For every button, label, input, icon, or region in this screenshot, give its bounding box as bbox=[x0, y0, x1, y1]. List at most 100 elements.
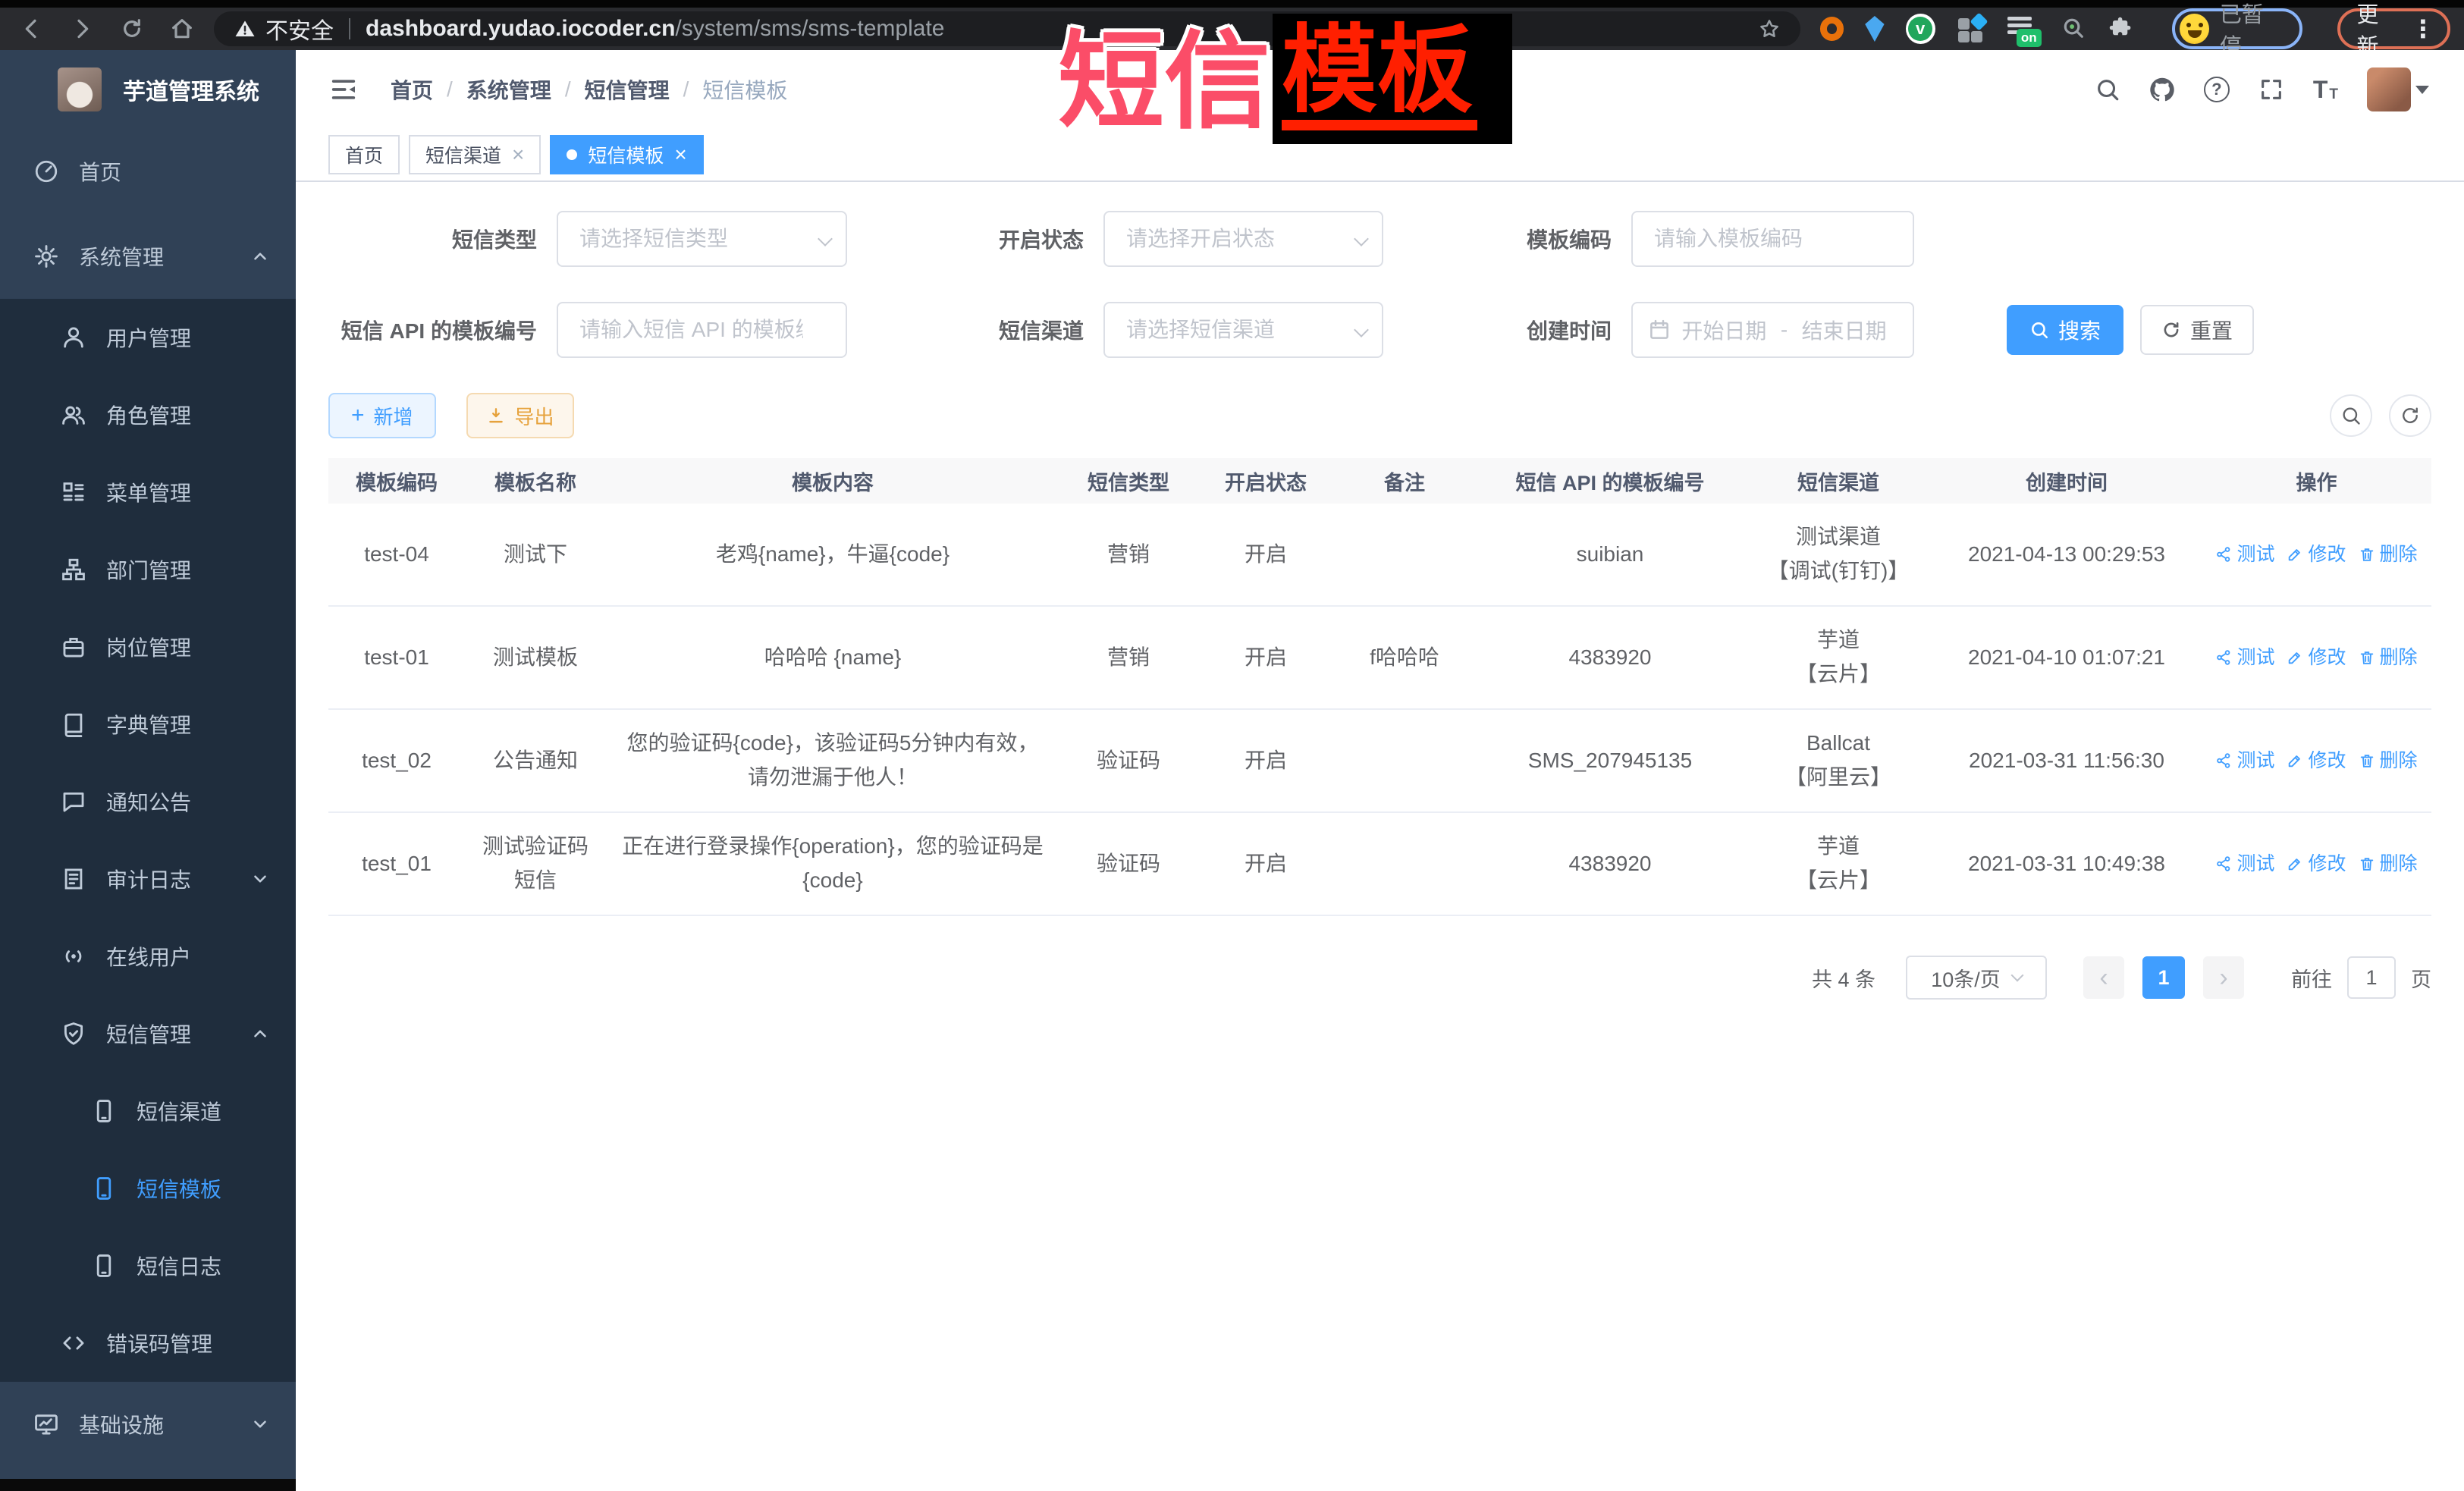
magnifier-extension-icon[interactable] bbox=[2060, 15, 2086, 42]
user-menu[interactable] bbox=[2367, 67, 2429, 111]
edit-action[interactable]: 修改 bbox=[2287, 849, 2346, 879]
cell-api-id: 4383920 bbox=[1475, 830, 1745, 898]
sidebar-item-user[interactable]: 用户管理 bbox=[0, 299, 296, 376]
sms-type-select[interactable] bbox=[557, 211, 847, 267]
sms-channel-select[interactable] bbox=[1103, 302, 1383, 358]
sidebar-item-post[interactable]: 岗位管理 bbox=[0, 608, 296, 686]
screen: 不安全 dashboard.yudao.iocoder.cn/system/sm… bbox=[0, 0, 2464, 1491]
browser-profile-button[interactable]: 已暂停 bbox=[2172, 8, 2302, 49]
api-template-id-input[interactable] bbox=[557, 302, 847, 358]
sidebar-item-dept[interactable]: 部门管理 bbox=[0, 531, 296, 608]
cell-remark bbox=[1334, 538, 1475, 571]
browser-menu-icon[interactable]: ⋮ bbox=[2411, 14, 2435, 43]
home-icon[interactable] bbox=[170, 17, 194, 41]
sidebar-item-notice[interactable]: 通知公告 bbox=[0, 763, 296, 840]
forward-icon[interactable] bbox=[70, 17, 94, 41]
search-button[interactable]: 搜索 bbox=[2007, 305, 2123, 355]
phone-icon bbox=[91, 1176, 117, 1201]
test-action[interactable]: 测试 bbox=[2215, 642, 2274, 673]
sidebar-item-sms-log[interactable]: 短信日志 bbox=[0, 1227, 296, 1304]
page-number-current[interactable]: 1 bbox=[2142, 956, 2185, 999]
tag-home[interactable]: 首页 bbox=[328, 135, 400, 174]
trash-icon bbox=[2359, 546, 2375, 563]
delete-action[interactable]: 删除 bbox=[2359, 539, 2418, 570]
sidebar-item-home[interactable]: 首页 bbox=[0, 129, 296, 214]
search-icon[interactable] bbox=[2095, 77, 2120, 102]
reload-icon[interactable] bbox=[120, 17, 144, 41]
list-extension-icon[interactable]: on bbox=[2007, 14, 2039, 44]
create-time-range-picker[interactable]: 开始日期 - 结束日期 bbox=[1631, 302, 1914, 358]
grid-extension-icon[interactable] bbox=[1957, 14, 1986, 44]
collapse-sidebar-icon[interactable] bbox=[328, 74, 359, 105]
refresh-table-button[interactable] bbox=[2389, 394, 2431, 437]
sidebar-item-menu[interactable]: 菜单管理 bbox=[0, 454, 296, 531]
browser-update-button[interactable]: 更新 ⋮ bbox=[2337, 8, 2450, 49]
show-search-button[interactable] bbox=[2330, 394, 2372, 437]
sidebar-item-label: 角色管理 bbox=[106, 400, 191, 430]
open-status-select[interactable] bbox=[1103, 211, 1383, 267]
github-icon[interactable] bbox=[2149, 77, 2175, 102]
reset-button[interactable]: 重置 bbox=[2140, 305, 2254, 355]
help-icon[interactable]: ? bbox=[2204, 77, 2230, 102]
test-action[interactable]: 测试 bbox=[2215, 539, 2274, 570]
end-date-placeholder[interactable]: 结束日期 bbox=[1791, 315, 1897, 345]
breadcrumb-item[interactable]: 系统管理 bbox=[466, 74, 551, 105]
goto-page-input[interactable] bbox=[2347, 956, 2396, 999]
cell-remark bbox=[1334, 744, 1475, 777]
gem-extension-icon[interactable] bbox=[1865, 16, 1884, 42]
tag-sms-channel[interactable]: 短信渠道 × bbox=[409, 135, 541, 174]
edit-action[interactable]: 修改 bbox=[2287, 539, 2346, 570]
close-icon[interactable]: × bbox=[512, 144, 524, 165]
sidebar-item-label: 首页 bbox=[79, 156, 121, 187]
edit-action[interactable]: 修改 bbox=[2287, 642, 2346, 673]
close-icon[interactable]: × bbox=[674, 144, 686, 165]
message-icon bbox=[61, 789, 86, 815]
test-action[interactable]: 测试 bbox=[2215, 746, 2274, 776]
cell-api-id: 4383920 bbox=[1475, 624, 1745, 692]
add-button[interactable]: + 新增 bbox=[328, 393, 436, 438]
cell-channel: Ballcat【阿里云】 bbox=[1745, 710, 1932, 811]
breadcrumb-item[interactable]: 短信管理 bbox=[585, 74, 670, 105]
delete-action[interactable]: 删除 bbox=[2359, 849, 2418, 879]
page-size-select[interactable]: 10条/页 bbox=[1906, 956, 2047, 1000]
delete-action[interactable]: 删除 bbox=[2359, 746, 2418, 776]
tag-sms-template[interactable]: 短信模板 × bbox=[550, 135, 703, 174]
api-template-id-label: 短信 API 的模板编号 bbox=[328, 315, 557, 345]
sidebar-item-dict[interactable]: 字典管理 bbox=[0, 686, 296, 763]
avatar bbox=[2367, 67, 2411, 111]
sidebar-item-infra[interactable]: 基础设施 bbox=[0, 1382, 296, 1467]
sidebar-item-online[interactable]: 在线用户 bbox=[0, 918, 296, 995]
cell-type: 验证码 bbox=[1059, 830, 1197, 898]
bookmark-star-icon[interactable] bbox=[1758, 17, 1781, 40]
cell-status: 开启 bbox=[1197, 521, 1334, 589]
back-icon[interactable] bbox=[20, 17, 44, 41]
sidebar-item-sms-template[interactable]: 短信模板 bbox=[0, 1150, 296, 1227]
cell-content: 老鸡{name}，牛逼{code} bbox=[606, 521, 1059, 589]
url-divider bbox=[349, 18, 350, 39]
sidebar-item-audit[interactable]: 审计日志 bbox=[0, 840, 296, 918]
calendar-icon bbox=[1648, 319, 1671, 341]
app-logo[interactable]: 芋道管理系统 bbox=[0, 50, 296, 129]
sidebar-item-sms[interactable]: 短信管理 bbox=[0, 995, 296, 1072]
cell-remark: f哈哈哈 bbox=[1334, 624, 1475, 692]
fullscreen-icon[interactable] bbox=[2258, 77, 2284, 102]
sidebar-item-sms-channel[interactable]: 短信渠道 bbox=[0, 1072, 296, 1150]
prev-page-button[interactable]: ‹ bbox=[2083, 956, 2124, 999]
font-size-icon[interactable]: TT bbox=[2313, 77, 2338, 102]
test-action[interactable]: 测试 bbox=[2215, 849, 2274, 879]
recorder-extension-icon[interactable] bbox=[1820, 17, 1844, 41]
green-extension-icon[interactable]: v bbox=[1906, 14, 1935, 44]
breadcrumb-item[interactable]: 首页 bbox=[391, 74, 433, 105]
sidebar-item-errcode[interactable]: 错误码管理 bbox=[0, 1304, 296, 1382]
chevron-down-icon bbox=[2010, 969, 2023, 982]
template-code-input[interactable] bbox=[1631, 211, 1914, 267]
next-page-button[interactable]: › bbox=[2203, 956, 2244, 999]
sidebar-item-role[interactable]: 角色管理 bbox=[0, 376, 296, 454]
sidebar-item-system[interactable]: 系统管理 bbox=[0, 214, 296, 299]
extensions-puzzle-icon[interactable] bbox=[2108, 16, 2133, 42]
delete-action[interactable]: 删除 bbox=[2359, 642, 2418, 673]
address-bar[interactable]: 不安全 dashboard.yudao.iocoder.cn/system/sm… bbox=[214, 11, 1800, 46]
edit-action[interactable]: 修改 bbox=[2287, 746, 2346, 776]
start-date-placeholder[interactable]: 开始日期 bbox=[1671, 315, 1778, 345]
export-button[interactable]: 导出 bbox=[466, 393, 574, 438]
